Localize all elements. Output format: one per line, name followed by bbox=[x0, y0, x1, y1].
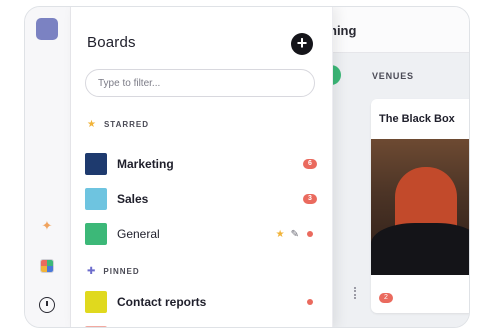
board-row-financials[interactable]: Financials bbox=[85, 325, 317, 327]
pinned-section-label: ✚ PINNED bbox=[87, 266, 140, 277]
starred-section-label: ★ STARRED bbox=[87, 119, 149, 130]
unread-dot bbox=[307, 231, 313, 237]
filter-input[interactable] bbox=[85, 69, 315, 97]
pin-icon: ✚ bbox=[87, 266, 97, 277]
workspace-avatar[interactable] bbox=[36, 18, 58, 40]
board-color-swatch bbox=[85, 326, 107, 327]
star-icon[interactable]: ★ bbox=[276, 229, 285, 240]
sparkle-icon[interactable]: ✦ bbox=[36, 215, 58, 237]
venue-card[interactable]: The Black Box 2 bbox=[371, 99, 469, 313]
clock-icon[interactable] bbox=[36, 294, 58, 316]
pin-icon[interactable]: ✎ bbox=[291, 229, 299, 240]
board-row-contact-reports[interactable]: Contact reports bbox=[85, 290, 317, 314]
app-window: ning VENUES The Black Box 2 ✦ Boards + T… bbox=[24, 6, 470, 328]
apps-grid-cell bbox=[47, 266, 53, 272]
boards-panel: Boards + ★ STARRED Marketing 6 Sales 3 Gener… bbox=[71, 7, 333, 327]
column-title-venues: VENUES bbox=[372, 71, 414, 81]
board-name: General bbox=[117, 227, 160, 241]
board-row-marketing[interactable]: Marketing 6 bbox=[85, 152, 317, 176]
card-image-crowd bbox=[371, 223, 469, 275]
board-row-sales[interactable]: Sales 3 bbox=[85, 187, 317, 211]
board-name: Marketing bbox=[117, 157, 174, 171]
starred-label-text: STARRED bbox=[103, 120, 150, 129]
card-title: The Black Box bbox=[379, 113, 455, 125]
left-rail: ✦ bbox=[25, 7, 71, 327]
board-color-swatch bbox=[85, 291, 107, 313]
board-title: ning bbox=[329, 23, 357, 38]
pinned-label-text: PINNED bbox=[103, 267, 140, 276]
clock-face bbox=[39, 297, 55, 313]
panel-title: Boards bbox=[87, 34, 136, 51]
unread-count-badge: 6 bbox=[303, 159, 317, 169]
add-board-button[interactable]: + bbox=[291, 33, 313, 55]
card-comment-badge: 2 bbox=[379, 293, 393, 303]
board-name: Sales bbox=[117, 192, 149, 206]
drag-handle-icon[interactable] bbox=[354, 287, 358, 299]
apps-grid-icon bbox=[40, 259, 54, 273]
board-color-swatch bbox=[85, 188, 107, 210]
board-color-swatch bbox=[85, 153, 107, 175]
board-color-swatch bbox=[85, 223, 107, 245]
unread-count-badge: 3 bbox=[303, 194, 317, 204]
apps-icon[interactable] bbox=[36, 255, 58, 277]
star-icon: ★ bbox=[87, 119, 97, 130]
card-image bbox=[371, 139, 469, 275]
board-name: Contact reports bbox=[117, 295, 207, 309]
unread-dot bbox=[307, 299, 313, 305]
board-row-general[interactable]: General ★ ✎ bbox=[85, 222, 317, 246]
